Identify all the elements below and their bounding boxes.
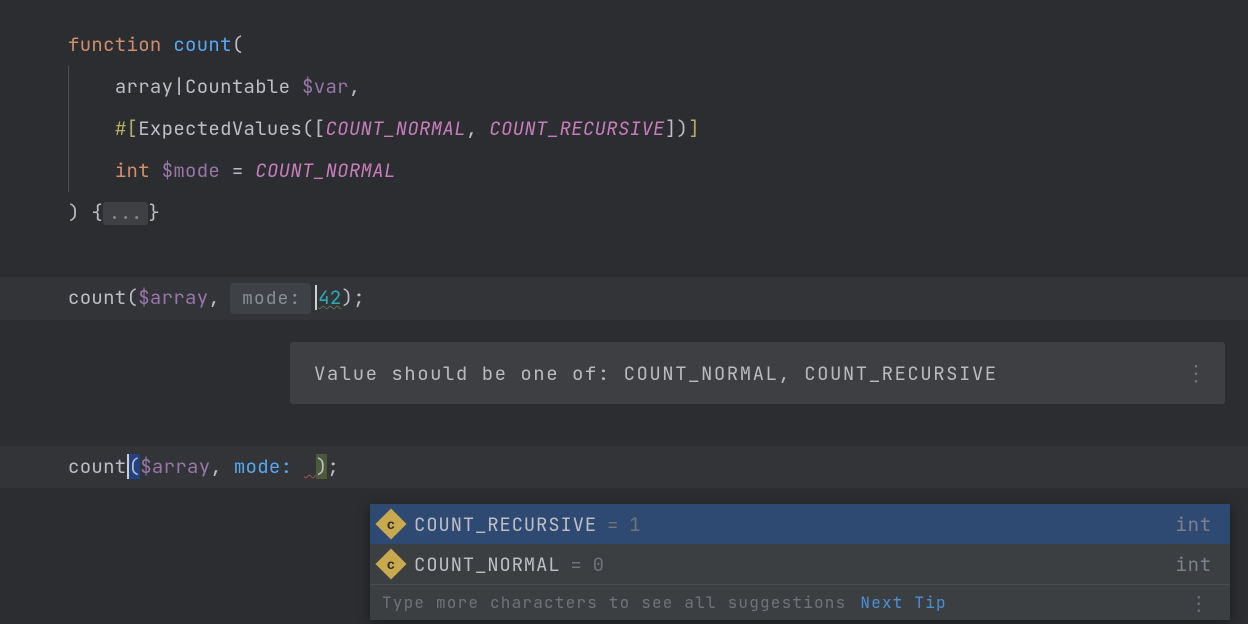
constant-icon [375,548,406,579]
parameter-mode: $mode [162,158,221,183]
bracket-match: ) [316,454,328,479]
code-line: ) {...} [68,192,1248,235]
code-line: array|Countable $var, [68,66,1248,108]
blank-line [68,235,1248,277]
blank-line [68,404,1248,446]
inspection-tooltip[interactable]: Value should be one of: COUNT_NORMAL, CO… [290,342,1225,404]
function-name: count [173,32,232,57]
folded-region[interactable]: ... [103,202,148,225]
next-tip-link[interactable]: Next Tip [860,592,946,613]
completion-item-count-recursive[interactable]: COUNT_RECURSIVE = 1 int [370,504,1230,544]
completion-footer: Type more characters to see all suggesti… [370,584,1230,620]
bracket-match: ( [127,454,141,479]
error-underlined [304,454,316,479]
tooltip-text: Value should be one of: COUNT_NORMAL, CO… [314,361,998,386]
code-line: function count( [68,24,1248,66]
keyword-function: function [68,32,162,57]
completion-popup[interactable]: COUNT_RECURSIVE = 1 int COUNT_NORMAL = 0… [370,504,1230,620]
completion-item-count-normal[interactable]: COUNT_NORMAL = 0 int [370,544,1230,584]
code-line-highlighted: count($array,mode:42); [0,277,1248,320]
code-line-highlighted: count($array, mode: ); [0,446,1248,488]
inline-parameter-hint: mode: [230,283,311,314]
more-actions-icon[interactable] [1185,359,1205,388]
code-line: #[ExpectedValues([COUNT_NORMAL, COUNT_RE… [68,108,1248,150]
completion-hint-text: Type more characters to see all suggesti… [382,592,846,613]
warning-underlined-value: 42 [315,285,341,310]
more-actions-icon[interactable] [1189,590,1210,616]
constant-icon [375,508,406,539]
parameter-var: $var [302,74,349,99]
code-line: int $mode = COUNT_NORMAL [68,150,1248,192]
code-editor[interactable]: function count( array|Countable $var, #[… [0,0,1248,488]
